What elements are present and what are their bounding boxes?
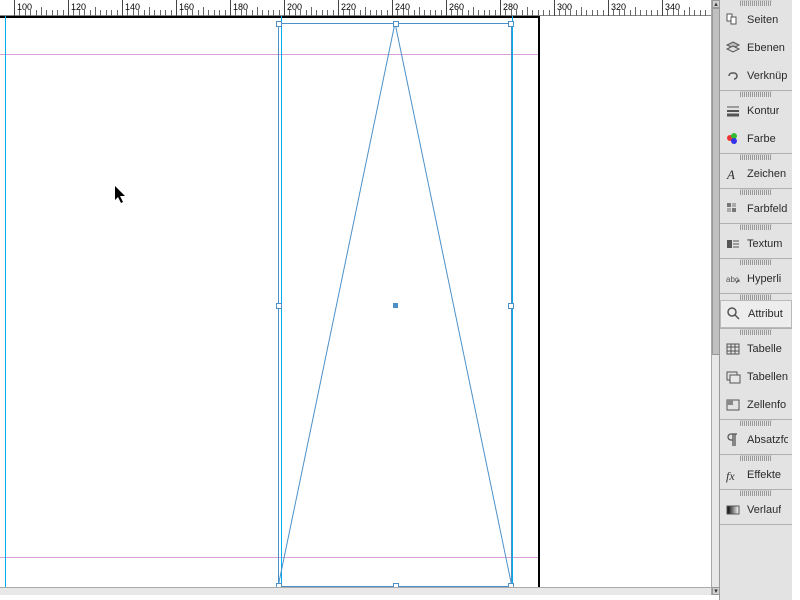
cellstyle-icon	[724, 396, 742, 414]
color-icon	[724, 130, 742, 148]
panel-tablestyle[interactable]: Tabellen	[720, 363, 792, 391]
panel-swatches[interactable]: Farbfeld	[720, 195, 792, 223]
hyperlink-icon: abc	[724, 270, 742, 288]
panel-pages[interactable]: Seiten	[720, 6, 792, 34]
panel-label: Ebenen	[747, 42, 785, 54]
links-icon	[724, 67, 742, 85]
panel-strip: Seiten Ebenen Verknüp Kontur Far	[719, 0, 792, 600]
tablestyle-icon	[724, 368, 742, 386]
panel-table[interactable]: Tabelle	[720, 335, 792, 363]
panel-group-stroke: Kontur Farbe	[720, 91, 792, 154]
table-icon	[724, 340, 742, 358]
paragraph-icon	[724, 431, 742, 449]
handle-mr[interactable]	[508, 303, 514, 309]
panel-label: Attribut	[748, 308, 783, 320]
handle-ml[interactable]	[276, 303, 282, 309]
handle-tl[interactable]	[276, 21, 282, 27]
panel-label: Kontur	[747, 105, 779, 117]
panel-group-gradient: Verlauf	[720, 490, 792, 525]
panel-layers[interactable]: Ebenen	[720, 34, 792, 62]
panel-group-hyperlink: abc Hyperli	[720, 259, 792, 294]
panel-label: Farbfeld	[747, 203, 787, 215]
stroke-icon	[724, 102, 742, 120]
vertical-scrollbar[interactable]: ▴ ▾	[711, 0, 719, 595]
panel-label: Tabellen	[747, 371, 788, 383]
panel-group-swatches: Farbfeld	[720, 189, 792, 224]
svg-text:A: A	[726, 167, 735, 182]
panel-gradient[interactable]: Verlauf	[720, 496, 792, 524]
panel-effects[interactable]: fx Effekte	[720, 461, 792, 489]
panel-stroke[interactable]: Kontur	[720, 97, 792, 125]
panel-label: Effekte	[747, 469, 781, 481]
panel-hyperlink[interactable]: abc Hyperli	[720, 265, 792, 293]
pages-icon	[724, 11, 742, 29]
panel-group-effects: fx Effekte	[720, 455, 792, 490]
scroll-track[interactable]	[712, 8, 720, 587]
panel-label: Seiten	[747, 14, 778, 26]
panel-group-pages: Seiten Ebenen Verknüp	[720, 0, 792, 91]
selection-center	[393, 303, 398, 308]
panel-label: Tabelle	[747, 343, 782, 355]
svg-text:fx: fx	[726, 469, 735, 483]
scroll-thumb[interactable]	[712, 8, 720, 355]
panel-color[interactable]: Farbe	[720, 125, 792, 153]
horizontal-scrollbar[interactable]	[0, 587, 711, 595]
handle-tm[interactable]	[393, 21, 399, 27]
panel-label: Verlauf	[747, 504, 781, 516]
panel-group-textwrap: Textum	[720, 224, 792, 259]
vertical-guide-1[interactable]	[5, 16, 6, 591]
effects-icon: fx	[724, 466, 742, 484]
layers-icon	[724, 39, 742, 57]
attributes-icon	[725, 305, 743, 323]
panel-cellstyle[interactable]: Zellenfo	[720, 391, 792, 419]
gradient-icon	[724, 501, 742, 519]
panel-label: Farbe	[747, 133, 776, 145]
panel-group-character: A Zeichen	[720, 154, 792, 189]
horizontal-ruler[interactable]: 100120140160180200220240260280300320340	[0, 0, 711, 16]
scroll-down-arrow[interactable]: ▾	[712, 587, 720, 595]
panel-label: Hyperli	[747, 273, 781, 285]
canvas-area[interactable]: 100120140160180200220240260280300320340	[0, 0, 711, 595]
scroll-up-arrow[interactable]: ▴	[712, 0, 720, 8]
panel-textwrap[interactable]: Textum	[720, 230, 792, 258]
panel-label: Absatzfo	[747, 434, 788, 446]
panel-links[interactable]: Verknüp	[720, 62, 792, 90]
textwrap-icon	[724, 235, 742, 253]
panel-group-attributes: Attribut	[720, 294, 792, 329]
swatches-icon	[724, 200, 742, 218]
panel-character[interactable]: A Zeichen	[720, 160, 792, 188]
panel-label: Zeichen	[747, 168, 786, 180]
panel-label: Zellenfo	[747, 399, 786, 411]
panel-label: Verknüp	[747, 70, 787, 82]
character-icon: A	[724, 165, 742, 183]
panel-attributes[interactable]: Attribut	[720, 300, 792, 328]
panel-group-table: Tabelle Tabellen Zellenfo	[720, 329, 792, 420]
panel-label: Textum	[747, 238, 782, 250]
panel-parastyle[interactable]: Absatzfo	[720, 426, 792, 454]
panel-group-parastyle: Absatzfo	[720, 420, 792, 455]
handle-tr[interactable]	[508, 21, 514, 27]
